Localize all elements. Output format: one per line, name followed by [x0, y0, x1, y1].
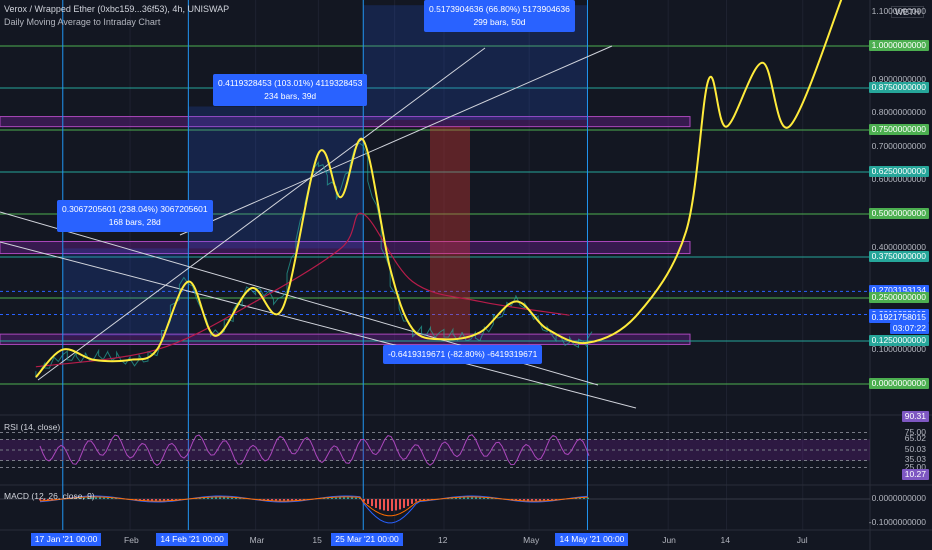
measurement-value: 0.4119328453 (103.01%) 4119328453: [218, 78, 363, 88]
rsi-title: RSI (14, close): [4, 422, 61, 432]
level-label-teal: 0.8750000000: [868, 82, 929, 93]
price-axis-tick: 1.1000000000: [871, 6, 926, 16]
countdown-label: 03:07:22: [889, 322, 929, 334]
time-axis-tick: Jun: [662, 535, 676, 545]
drawdown-box: [430, 126, 470, 340]
price-axis-tick: 0.7000000000: [871, 140, 926, 151]
level-label-green: 1.0000000000: [868, 40, 929, 51]
macd-axis-tick: 0.0000000000: [871, 493, 926, 503]
time-axis-tick: 14: [720, 535, 730, 545]
measure-box: [188, 106, 364, 249]
time-axis-tick: May: [523, 535, 540, 545]
measurement-label: -0.6419319671 (-82.80%) -6419319671: [383, 345, 543, 364]
rsi-current-label: 90.31: [901, 411, 929, 423]
level-label-green: 0.2500000000: [868, 292, 929, 303]
measurement-bars: 168 bars, 28d: [108, 217, 161, 227]
chart-canvas[interactable]: [0, 0, 932, 550]
measurement-label: 0.4119328453 (103.01%) 4119328453 234 bar…: [213, 74, 368, 106]
indicator-subtitle: Daily Moving Average to Intraday Chart: [4, 17, 161, 27]
measurement-label: 0.3067205601 (238.04%) 3067205601 168 bar…: [57, 200, 213, 232]
rsi-bottom-label: 10.27: [901, 469, 929, 481]
measurement-value: 0.5173904636 (66.80%) 5173904636: [429, 4, 570, 14]
measurement-value: 0.3067205601 (238.04%) 3067205601: [62, 204, 208, 214]
macd-line: [39, 495, 589, 524]
measurement-label: 0.5173904636 (66.80%) 5173904636 299 bars…: [424, 0, 575, 32]
level-label-green: 0.7500000000: [868, 124, 929, 135]
time-axis-highlight: 25 Mar '21 00:00: [331, 533, 403, 546]
chart-root: Verox / Wrapped Ether (0xbc159...36f53),…: [0, 0, 932, 550]
rsi-level-label: 65.02: [904, 433, 926, 444]
macd-title: MACD (12, 26, close, 9): [4, 491, 95, 501]
measurement-bars: 234 bars, 39d: [264, 91, 317, 101]
level-label-green: 0.0000000000: [868, 378, 929, 389]
price-axis-tick: 0.8000000000: [871, 107, 926, 118]
time-axis-tick: Mar: [249, 535, 265, 545]
time-axis-highlight: 14 May '21 00:00: [555, 533, 629, 546]
macd-axis-tick: -0.1000000000: [868, 517, 926, 527]
rsi-level-label: 50.03: [904, 443, 926, 454]
time-axis-tick: Feb: [124, 535, 139, 545]
time-axis-tick: 12: [437, 535, 448, 545]
time-axis-tick: 15: [312, 535, 322, 545]
level-label-teal: 0.1250000000: [868, 335, 929, 346]
level-label-teal: 0.3750000000: [868, 251, 929, 262]
time-axis-highlight: 14 Feb '21 00:00: [156, 533, 228, 546]
level-label-teal: 0.6250000000: [868, 166, 929, 177]
level-label-green: 0.5000000000: [868, 208, 929, 219]
level-label-price: 0.1921758015: [868, 311, 929, 323]
measurement-value: -0.6419319671 (-82.80%) -6419319671: [388, 349, 538, 359]
time-axis-tick: Jul: [796, 535, 808, 545]
macd-signal-line: [39, 496, 589, 517]
symbol-title: Verox / Wrapped Ether (0xbc159...36f53),…: [4, 4, 230, 14]
time-axis-highlight: 17 Jan '21 00:00: [30, 533, 102, 546]
measurement-bars: 299 bars, 50d: [473, 17, 526, 27]
